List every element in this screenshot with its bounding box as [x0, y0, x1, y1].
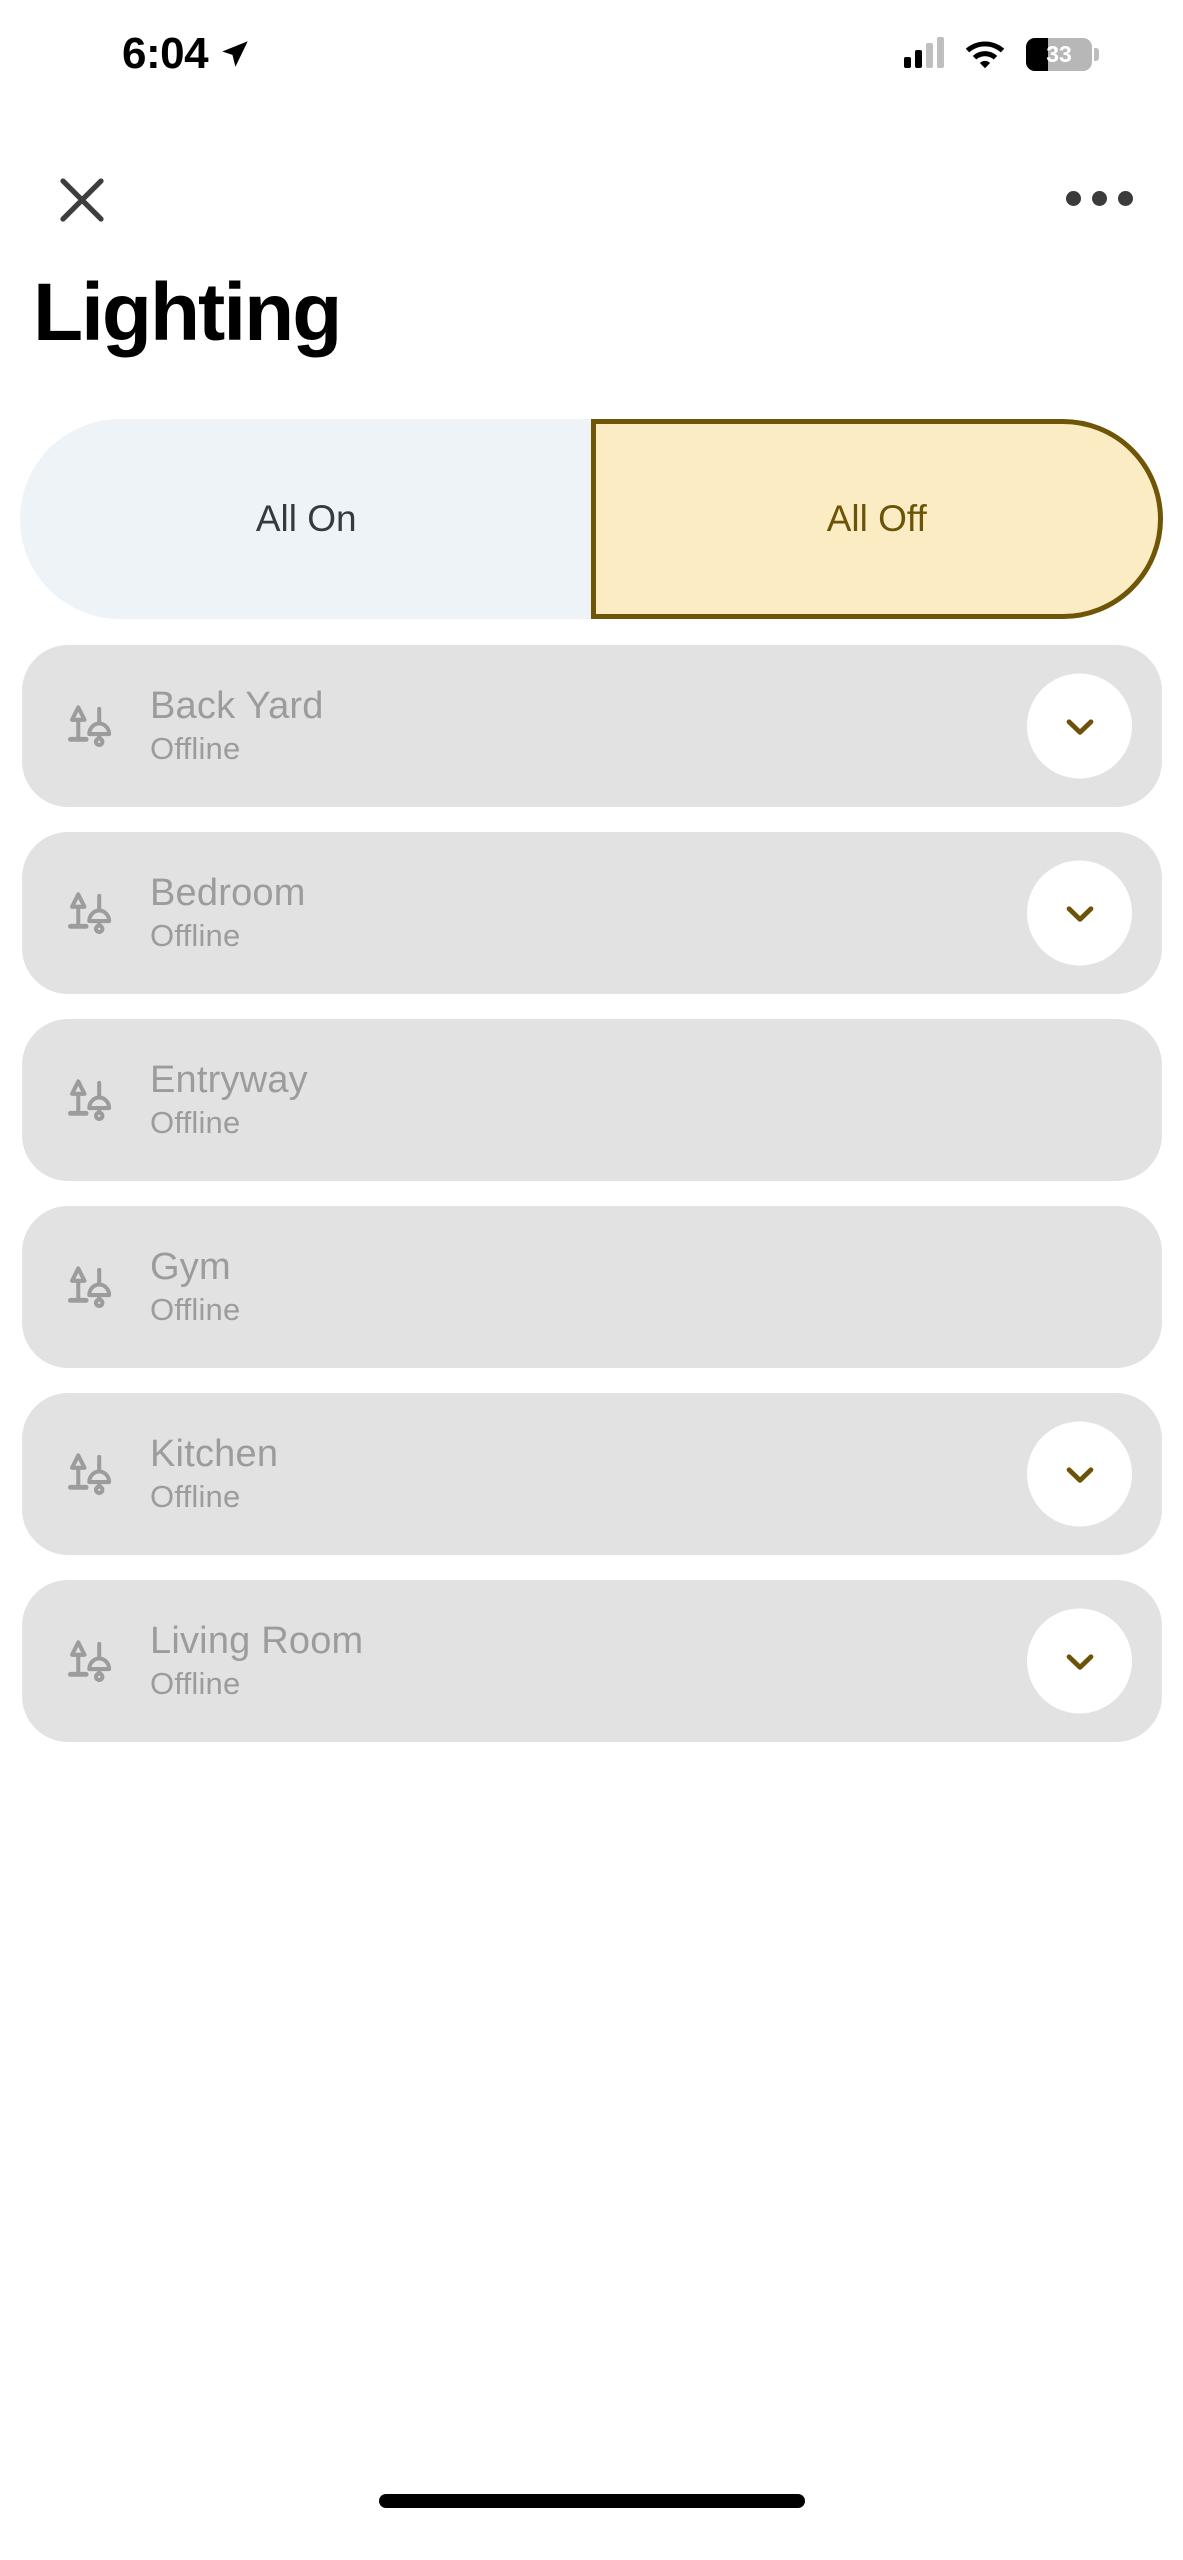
device-row-text: Back Yard Offline	[150, 683, 324, 768]
lamp-icon-wrap	[58, 691, 128, 761]
lamp-icon-wrap	[58, 1065, 128, 1135]
expand-device-button[interactable]	[1027, 1421, 1132, 1527]
lamp-icon	[68, 1079, 112, 1122]
device-name: Entryway	[150, 1059, 308, 1102]
lamp-icon	[68, 1640, 112, 1683]
chevron-down-icon	[1066, 718, 1093, 735]
chevron-down-icon	[1066, 1466, 1093, 1483]
device-row[interactable]: Entryway Offline	[22, 1019, 1162, 1181]
lamp-icon	[68, 705, 112, 748]
device-name: Gym	[150, 1246, 231, 1289]
more-options-button[interactable]	[1060, 178, 1139, 218]
nav-bar	[0, 150, 1183, 250]
lamp-icon-wrap	[58, 1626, 128, 1696]
page-title: Lighting	[33, 267, 342, 358]
segment-all-on[interactable]: All On	[20, 419, 593, 619]
lamp-icon	[68, 892, 112, 935]
device-status: Offline	[150, 730, 241, 766]
status-bar-right: 33	[904, 37, 1099, 71]
expand-device-button[interactable]	[1027, 1608, 1132, 1714]
close-button[interactable]	[52, 170, 112, 230]
device-status: Offline	[150, 917, 241, 953]
device-status: Offline	[150, 1478, 241, 1514]
battery-percent: 33	[1046, 40, 1072, 67]
device-row[interactable]: Living Room Offline	[22, 1580, 1162, 1742]
segment-all-off[interactable]: All Off	[590, 419, 1163, 619]
segment-all-on-label: All On	[255, 498, 357, 539]
wifi-icon	[965, 41, 1005, 69]
lamp-icon	[68, 1266, 112, 1309]
device-name: Kitchen	[150, 1433, 279, 1476]
device-row-text: Gym Offline	[150, 1244, 240, 1329]
device-row[interactable]: Kitchen Offline	[22, 1393, 1162, 1555]
close-icon	[60, 178, 104, 222]
device-status: Offline	[150, 1291, 241, 1327]
lamp-icon	[68, 1453, 112, 1496]
device-status: Offline	[150, 1104, 241, 1140]
device-row-text: Bedroom Offline	[150, 870, 306, 955]
home-indicator[interactable]	[378, 2494, 805, 2508]
device-row[interactable]: Bedroom Offline	[22, 832, 1162, 994]
cellular-signal-icon	[904, 37, 944, 68]
chevron-down-icon	[1066, 1653, 1093, 1670]
lamp-icon-wrap	[58, 1439, 128, 1509]
device-row[interactable]: Gym Offline	[22, 1206, 1162, 1368]
device-name: Back Yard	[150, 685, 324, 728]
device-row-text: Entryway Offline	[150, 1057, 308, 1142]
lamp-icon-wrap	[58, 1252, 128, 1322]
battery-icon: 33	[1026, 37, 1092, 71]
status-time: 6:04	[122, 29, 209, 78]
all-on-off-segmented-control: All On All Off	[20, 419, 1163, 619]
status-bar-left: 6:04	[122, 32, 252, 76]
chevron-down-icon	[1066, 905, 1093, 922]
device-row[interactable]: Back Yard Offline	[22, 645, 1162, 807]
device-row-text: Living Room Offline	[150, 1618, 363, 1703]
expand-device-button[interactable]	[1027, 860, 1132, 966]
more-options-icon	[1092, 190, 1107, 206]
segment-all-off-label: All Off	[826, 498, 927, 539]
device-name: Living Room	[150, 1620, 364, 1663]
device-row-text: Kitchen Offline	[150, 1431, 278, 1516]
lamp-icon-wrap	[58, 878, 128, 948]
status-bar: 6:04 33	[0, 0, 1183, 108]
more-options-icon	[1118, 190, 1133, 206]
expand-device-button[interactable]	[1027, 673, 1132, 779]
battery-cap	[1094, 47, 1099, 61]
location-arrow-icon	[222, 41, 248, 67]
app-screen: 6:04 33 Lighting All On All Off Back Yar…	[0, 0, 1183, 2560]
device-status: Offline	[150, 1665, 241, 1701]
device-name: Bedroom	[150, 872, 306, 915]
device-list: Back Yard Offline Bedroom Offline Entryway…	[22, 645, 1162, 1767]
more-options-icon	[1066, 190, 1081, 206]
